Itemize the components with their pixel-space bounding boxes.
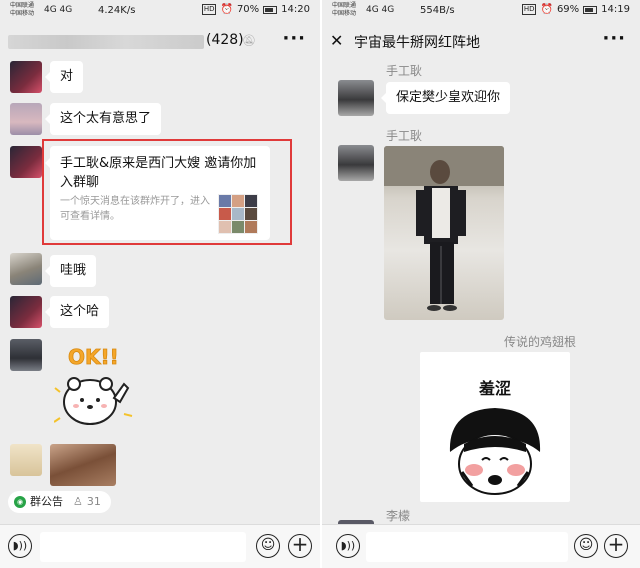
mute-bell-icon: 🔕︎ (242, 34, 256, 47)
more-menu-button[interactable]: ··· (602, 28, 626, 49)
carrier-1: 中国联通 (332, 2, 357, 9)
message-bubble[interactable]: 哇哦 (44, 255, 97, 287)
announcement-icon: ◉ (14, 496, 26, 508)
input-bar: ◗)) ☺ + (322, 524, 640, 568)
network-type: 4G 4G (366, 5, 395, 15)
invite-title: 手工耿&原来是西门大嫂 邀请你加入群聊 (60, 156, 257, 190)
close-icon[interactable]: ✕ (330, 31, 343, 50)
ok-bear-sticker[interactable]: OK!! (53, 340, 146, 436)
photo-message[interactable] (384, 146, 504, 320)
hd-icon: HD (201, 4, 217, 15)
net-speed: 554B/s (420, 5, 455, 16)
battery-icon (263, 5, 278, 14)
carrier-labels: 中国联通 中国移动 (332, 2, 356, 18)
invite-description: 一个惊天消息在该群炸开了，进入可查看详情。 (60, 196, 210, 222)
message-bubble[interactable]: 这个太有意思了 (44, 103, 162, 135)
message-bubble[interactable]: 对 (44, 61, 84, 93)
bear-sticker-image: OK!! (53, 345, 133, 425)
network-type: 4G 4G (44, 5, 73, 15)
message-input[interactable] (40, 532, 246, 562)
carrier-2: 中国移动 (332, 10, 357, 17)
notice-label: 群公告 (30, 495, 63, 508)
group-invite-card[interactable]: 手工耿&原来是西门大嫂 邀请你加入群聊 一个惊天消息在该群炸开了，进入可查看详情… (45, 146, 270, 240)
emoji-icon[interactable]: ☺ (574, 534, 598, 558)
group-avatar-grid (218, 194, 258, 234)
message-bubble[interactable]: 保定樊少皇欢迎你 (380, 82, 511, 114)
status-icons: HD ⏰ 69% 14:19 (521, 4, 630, 15)
alarm-icon: ⏰ (540, 4, 553, 15)
battery-percent: 69% (556, 4, 580, 15)
shy-sticker-image: 羞涩 (449, 379, 541, 495)
battery-icon (583, 5, 598, 14)
avatar[interactable] (10, 296, 42, 328)
avatar[interactable] (10, 253, 42, 285)
plus-icon[interactable]: + (604, 534, 628, 558)
group-title: 宇宙最牛掰网红阵地 (354, 35, 480, 51)
chat-header: (428) 🔕︎ ··· (0, 24, 320, 60)
avatar[interactable] (10, 103, 42, 135)
voice-icon[interactable]: ◗)) (8, 534, 32, 558)
hd-icon: HD (521, 4, 537, 15)
battery-percent: 70% (236, 4, 260, 15)
sender-name: 传说的鸡翅根 (504, 335, 577, 349)
emoji-icon[interactable]: ☺ (256, 534, 280, 558)
sticker-text: 羞涩 (478, 379, 511, 398)
left-chat-screen: 中国联通 中国移动 4G 4G 4.24K/s HD ⏰ 70% 14:20 (… (0, 0, 320, 568)
notice-count: 31 (86, 495, 101, 508)
status-bar: 中国联通 中国移动 4G 4G 4.24K/s HD ⏰ 70% 14:20 (0, 0, 320, 22)
carrier-2: 中国移动 (10, 10, 35, 17)
screenshot-root: 中国联通 中国移动 4G 4G 4.24K/s HD ⏰ 70% 14:20 (… (0, 0, 640, 568)
avatar[interactable] (338, 80, 374, 116)
image-message[interactable] (50, 444, 116, 486)
net-speed: 4.24K/s (98, 5, 136, 16)
carrier-labels: 中国联通 中国移动 (10, 2, 34, 18)
status-bar: 中国联通 中国移动 4G 4G 554B/s HD ⏰ 69% 14:19 (322, 0, 640, 22)
sender-name: 手工耿 (386, 129, 423, 143)
shy-sticker[interactable]: 羞涩 (420, 352, 570, 502)
member-count: (428) (206, 32, 244, 48)
status-icons: HD ⏰ 70% 14:20 (201, 4, 310, 15)
avatar[interactable] (338, 145, 374, 181)
voice-icon[interactable]: ◗)) (336, 534, 360, 558)
group-notice-pill[interactable]: ◉ 群公告 ♙ 31 (8, 491, 111, 513)
avatar[interactable] (10, 444, 42, 476)
carrier-1: 中国联通 (10, 2, 35, 9)
message-input[interactable] (366, 532, 568, 562)
avatar[interactable] (10, 146, 42, 178)
person-icon: ♙ (73, 495, 83, 508)
input-bar: ◗)) ☺ + (0, 524, 320, 568)
avatar[interactable] (10, 339, 42, 371)
sender-name: 李檬 (386, 509, 411, 523)
status-time: 14:19 (601, 4, 630, 15)
photo-person-image (384, 146, 504, 311)
message-bubble[interactable]: 这个哈 (44, 296, 110, 328)
avatar[interactable] (10, 61, 42, 93)
more-menu-button[interactable]: ··· (282, 28, 306, 49)
right-chat-screen: 中国联通 中国移动 4G 4G 554B/s HD ⏰ 69% 14:19 ✕ … (322, 0, 640, 568)
sticker-text: OK!! (68, 345, 119, 369)
status-time: 14:20 (281, 4, 310, 15)
sender-name: 手工耿 (386, 64, 423, 78)
chat-header: ✕ 宇宙最牛掰网红阵地 ··· (322, 24, 640, 60)
plus-icon[interactable]: + (288, 534, 312, 558)
blurred-group-name (8, 35, 204, 49)
alarm-icon: ⏰ (220, 4, 233, 15)
